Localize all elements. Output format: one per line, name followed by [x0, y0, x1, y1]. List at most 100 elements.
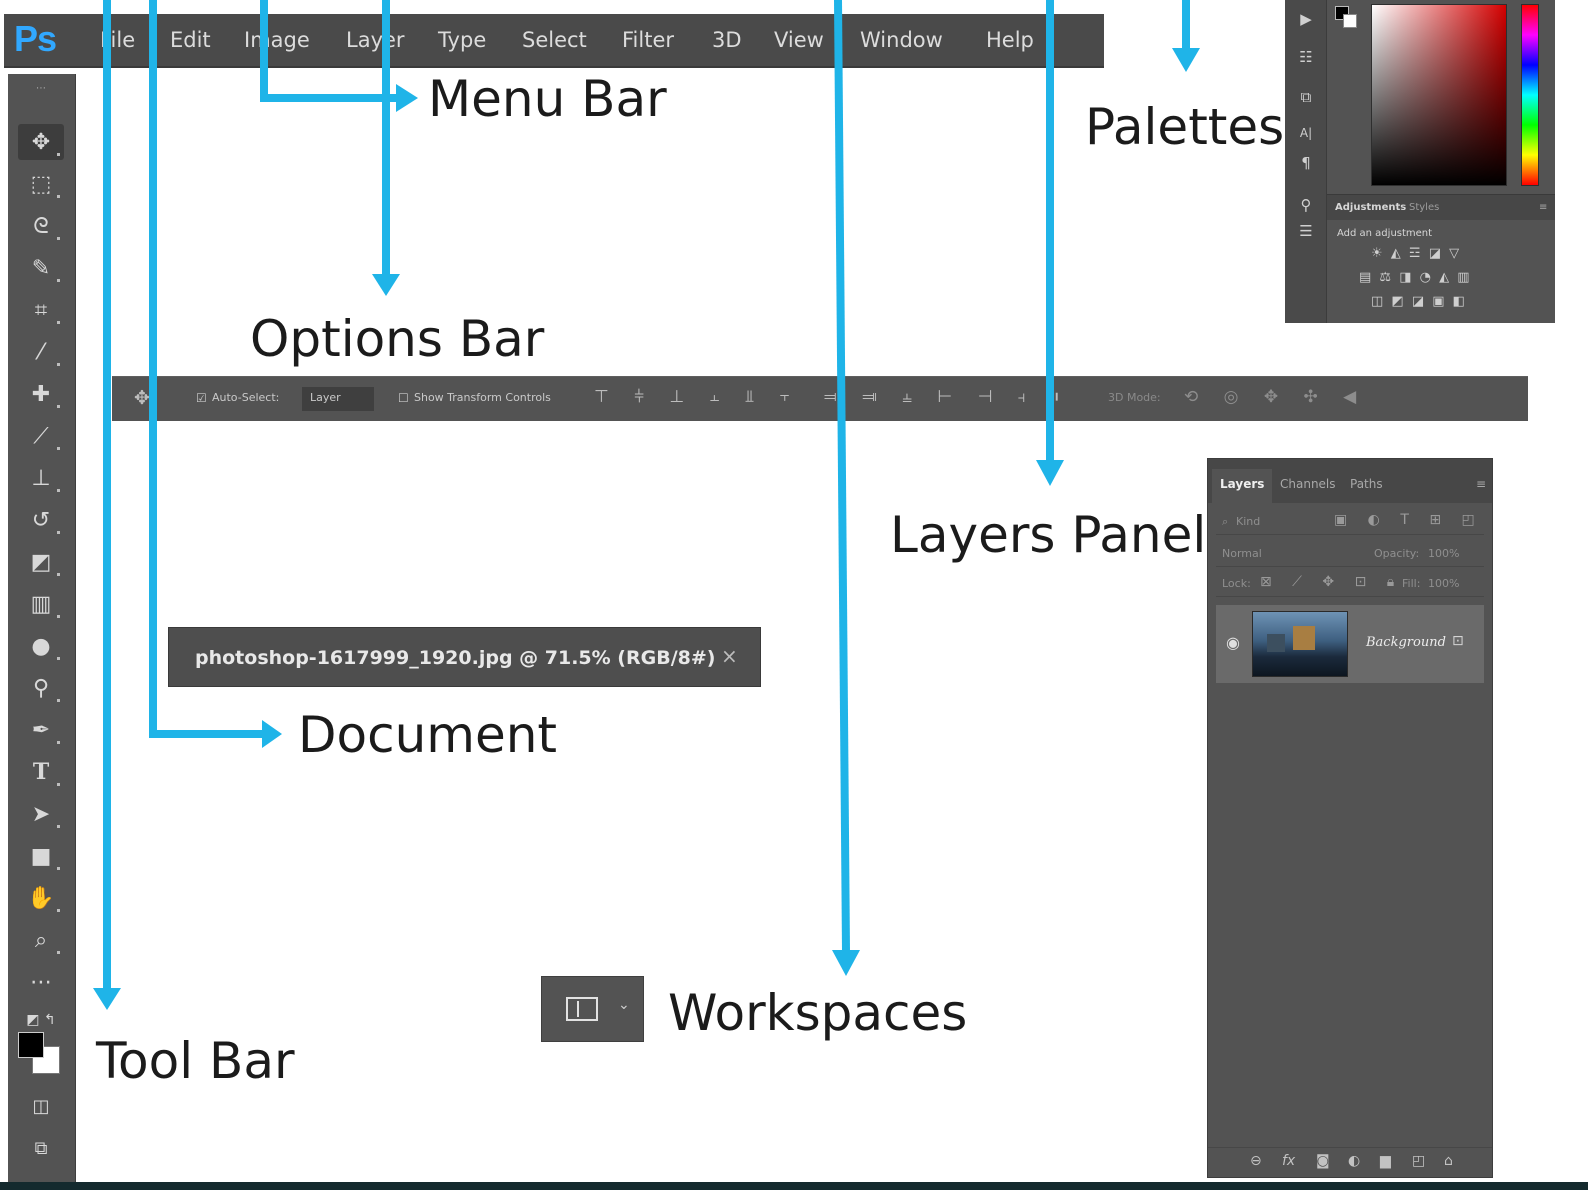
menu-view[interactable]: View: [774, 28, 824, 52]
clone-stamp-icon[interactable]: ⊥: [18, 460, 64, 496]
auto-select-checkbox[interactable]: ☑: [196, 391, 207, 405]
play-icon[interactable]: ▶: [1295, 10, 1317, 28]
blur-icon[interactable]: ●: [18, 628, 64, 664]
menu-file[interactable]: File: [100, 28, 135, 52]
menu-type[interactable]: Type: [438, 28, 486, 52]
more-tools-icon[interactable]: ⋯: [18, 964, 64, 1000]
layer-name[interactable]: Background: [1366, 635, 1446, 650]
tab-styles[interactable]: Styles: [1409, 202, 1439, 213]
lock-option-icons[interactable]: ⊠ ⟋ ✥ ⊡ 🔒︎: [1260, 574, 1402, 590]
gradient-icon[interactable]: ▥: [18, 586, 64, 622]
dodge-icon[interactable]: ⚲: [18, 670, 64, 706]
opacity-field[interactable]: 100%: [1428, 547, 1459, 560]
menu-filter[interactable]: Filter: [622, 28, 674, 52]
character-icon[interactable]: A|: [1295, 126, 1317, 140]
quick-mask-icon[interactable]: ◫: [18, 1088, 64, 1124]
filter-search-icon[interactable]: ⌕: [1222, 515, 1228, 529]
adjustment-icons-row-3[interactable]: ◫ ◩ ◪ ▣ ◧: [1371, 294, 1467, 309]
panel-menu-icon[interactable]: ≡: [1476, 477, 1486, 491]
toolbar-grip-icon[interactable]: ⋯: [18, 80, 64, 96]
align-buttons-icon[interactable]: ⊤ ⫩ ⊥ ⫠ ⫫ ⫟: [594, 387, 799, 407]
layer-row-background[interactable]: ◉ Background ⊡: [1216, 605, 1484, 683]
show-transform-checkbox[interactable]: ☐: [398, 391, 409, 405]
adjustment-icons-row-1[interactable]: ☀ ◭ ☲ ◪ ▽: [1371, 246, 1461, 261]
callout-layers-panel: Layers Panel: [890, 506, 1207, 564]
panel-menu-icon[interactable]: ≡: [1539, 202, 1547, 213]
document-tab[interactable]: photoshop-1617999_1920.jpg @ 71.5% (RGB/…: [168, 627, 761, 687]
menu-3d[interactable]: 3D: [712, 28, 742, 52]
adjustment-icons-row-2[interactable]: ▤ ⚖ ◨ ◔ ◭ ▥: [1359, 270, 1472, 285]
options-bar-arrowhead: [372, 274, 400, 296]
workspaces-arrowhead: [832, 950, 860, 976]
menu-bar-arrowhead: [396, 84, 418, 112]
paragraph-icon[interactable]: ¶: [1295, 154, 1317, 172]
menu-window[interactable]: Window: [860, 28, 943, 52]
tools-preset-icon[interactable]: ⚲: [1295, 196, 1317, 214]
workspace-switcher[interactable]: ⌄: [541, 976, 644, 1042]
filter-kind-dropdown[interactable]: Kind: [1236, 515, 1260, 528]
new-group-icon[interactable]: ▆: [1380, 1153, 1391, 1169]
lock-label: Lock:: [1222, 577, 1251, 590]
hand-icon[interactable]: ✋: [18, 880, 64, 916]
properties-icon[interactable]: ⧉: [1295, 88, 1317, 106]
3d-mode-buttons-icon[interactable]: ⟲ ◎ ✥ ✣ ◀: [1184, 387, 1366, 407]
type-icon[interactable]: T: [18, 754, 64, 790]
quick-select-icon[interactable]: ✎: [18, 250, 64, 286]
tab-layers[interactable]: Layers: [1220, 477, 1264, 491]
layers-panel-arrowhead: [1036, 460, 1064, 486]
visibility-eye-icon[interactable]: ◉: [1226, 633, 1240, 652]
color-picker-field[interactable]: [1371, 4, 1507, 186]
adjustments-subtitle: Add an adjustment: [1337, 228, 1433, 239]
healing-brush-icon[interactable]: ✚: [18, 376, 64, 412]
menu-image[interactable]: Image: [244, 28, 310, 52]
fill-field[interactable]: 100%: [1428, 577, 1459, 590]
lasso-icon[interactable]: ᘓ: [18, 208, 64, 244]
workspace-icon: [566, 997, 598, 1021]
rectangle-icon[interactable]: ■: [18, 838, 64, 874]
tab-channels[interactable]: Channels: [1280, 477, 1336, 491]
eyedropper-icon[interactable]: ⁄: [18, 334, 64, 370]
blend-opacity-row: Normal Opacity: 100%: [1216, 541, 1484, 567]
delete-layer-icon[interactable]: ⌂: [1444, 1153, 1453, 1169]
history-icon[interactable]: ☷: [1295, 48, 1317, 66]
layer-style-icon[interactable]: fx: [1282, 1153, 1295, 1169]
menu-edit[interactable]: Edit: [170, 28, 211, 52]
chevron-down-icon: ⌄: [618, 997, 630, 1013]
hue-slider[interactable]: [1521, 4, 1539, 186]
path-select-icon[interactable]: ➤: [18, 796, 64, 832]
link-layers-icon[interactable]: ⊖: [1250, 1153, 1262, 1169]
brush-icon[interactable]: ⟋: [18, 418, 64, 454]
menu-select[interactable]: Select: [522, 28, 587, 52]
tab-paths[interactable]: Paths: [1350, 477, 1383, 491]
crop-icon[interactable]: ⌗: [18, 292, 64, 328]
auto-select-dropdown[interactable]: Layer: [302, 387, 374, 411]
history-brush-icon[interactable]: ↺: [18, 502, 64, 538]
filter-type-icons[interactable]: ▣ ◐ T ⊞ ◰: [1334, 512, 1483, 528]
move-icon[interactable]: ✥: [18, 124, 64, 160]
blend-mode-dropdown[interactable]: Normal: [1222, 547, 1262, 560]
layers-panel: Layers Channels Paths ≡ ⌕ Kind ▣ ◐ T ⊞ ◰…: [1207, 458, 1493, 1178]
background-swatch[interactable]: [1343, 14, 1357, 28]
menu-layer[interactable]: Layer: [346, 28, 405, 52]
screen-mode-icon[interactable]: ⧉: [18, 1130, 64, 1166]
close-icon[interactable]: ×: [721, 644, 738, 668]
opacity-label: Opacity:: [1374, 547, 1420, 560]
new-layer-icon[interactable]: ◰: [1412, 1153, 1425, 1169]
marquee-icon[interactable]: ⬚: [18, 166, 64, 202]
tool-preset-icon[interactable]: ✥: [134, 387, 150, 409]
tab-adjustments[interactable]: Adjustments: [1335, 202, 1406, 213]
distribute-buttons-icon[interactable]: ⫤ ⫥ ⫨ ⊢ ⊣ ⫞ ⏸: [824, 387, 1069, 407]
brush-settings-icon[interactable]: ☰: [1295, 222, 1317, 240]
menu-bar: Ps File Edit Image Layer Type Select Fil…: [4, 14, 1104, 68]
document-tab-title: photoshop-1617999_1920.jpg @ 71.5% (RGB/…: [195, 647, 716, 669]
adjustment-layer-icon[interactable]: ◐: [1348, 1153, 1360, 1169]
layers-tabs: Layers Channels Paths ≡: [1208, 459, 1492, 503]
eraser-icon[interactable]: ◩: [18, 544, 64, 580]
options-bar: ✥ ☑ Auto-Select: Layer ☐ Show Transform …: [112, 376, 1528, 421]
pen-icon[interactable]: ✒: [18, 712, 64, 748]
callout-document: Document: [298, 706, 558, 764]
foreground-color-swatch[interactable]: [18, 1032, 44, 1058]
menu-help[interactable]: Help: [986, 28, 1034, 52]
add-mask-icon[interactable]: ◙: [1316, 1153, 1330, 1169]
zoom-icon[interactable]: ⌕: [18, 922, 64, 958]
